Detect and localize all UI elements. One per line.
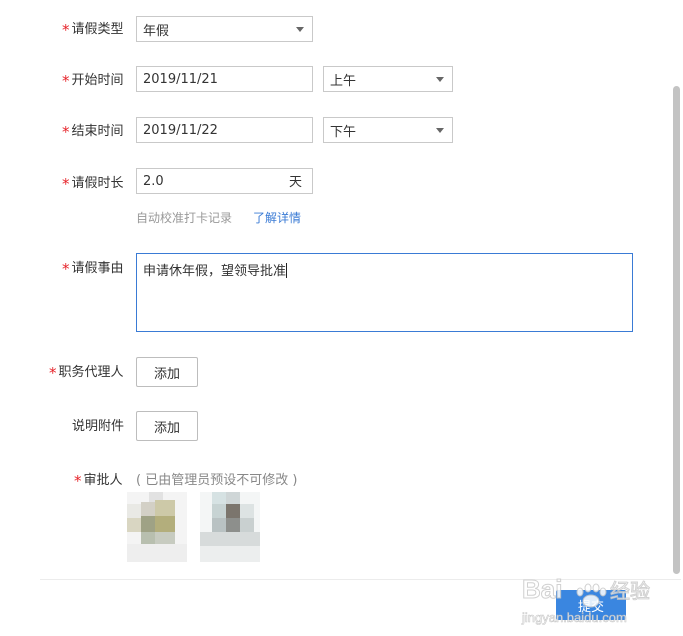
chevron-down-icon (296, 27, 304, 32)
duration-hint: 自动校准打卡记录 (136, 211, 233, 225)
approver-avatar[interactable] (127, 492, 187, 562)
delegate-label: * 职务代理人 (49, 364, 124, 382)
required-mark: * (62, 21, 70, 39)
attachment-label: 说明附件 (72, 419, 125, 434)
text-cursor (286, 263, 288, 278)
end-time-label: * 结束时间 (62, 123, 124, 141)
add-attachment-button[interactable]: 添加 (136, 411, 198, 441)
start-period-value: 上午 (330, 73, 357, 89)
duration-value: 2.0 (143, 173, 164, 189)
duration-label: * 请假时长 (62, 175, 124, 193)
required-mark: * (74, 472, 82, 490)
reason-label: * 请假事由 (62, 260, 124, 278)
required-mark: * (62, 72, 70, 90)
start-period-select[interactable]: 上午 (323, 66, 453, 92)
duration-unit: 天 (288, 175, 302, 190)
learn-more-link[interactable]: 了解详情 (253, 209, 301, 226)
leave-type-label: * 请假类型 (62, 21, 124, 39)
approver-label: * 审批人 (74, 472, 123, 490)
end-period-value: 下午 (330, 124, 357, 140)
required-mark: * (62, 175, 70, 193)
chevron-down-icon (436, 77, 444, 82)
start-date-value: 2019/11/21 (143, 71, 218, 87)
footer-divider (40, 579, 681, 580)
required-mark: * (62, 123, 70, 141)
end-date-input[interactable]: 2019/11/22 (136, 117, 313, 143)
submit-button[interactable]: 提交 (556, 590, 626, 620)
approver-note: ( 已由管理员预设不可修改 ) (136, 473, 298, 488)
start-date-input[interactable]: 2019/11/21 (136, 66, 313, 92)
duration-input[interactable]: 2.0 天 (136, 168, 313, 194)
end-date-value: 2019/11/22 (143, 122, 218, 138)
required-mark: * (62, 260, 70, 278)
leave-type-value: 年假 (143, 23, 170, 39)
add-delegate-button[interactable]: 添加 (136, 357, 198, 387)
scrollbar[interactable] (673, 86, 680, 574)
required-mark: * (49, 364, 57, 382)
leave-request-form: * 请假类型 年假 * 开始时间 2019/11/21 上午 * 结束时间 2019/… (0, 0, 683, 636)
start-time-label: * 开始时间 (62, 72, 124, 90)
end-period-select[interactable]: 下午 (323, 117, 453, 143)
reason-value: 申请休年假，望领导批准 (143, 264, 287, 279)
leave-type-select[interactable]: 年假 (136, 16, 313, 42)
reason-textarea[interactable]: 申请休年假，望领导批准 (136, 253, 633, 332)
chevron-down-icon (436, 128, 444, 133)
approver-avatar[interactable] (200, 492, 260, 562)
